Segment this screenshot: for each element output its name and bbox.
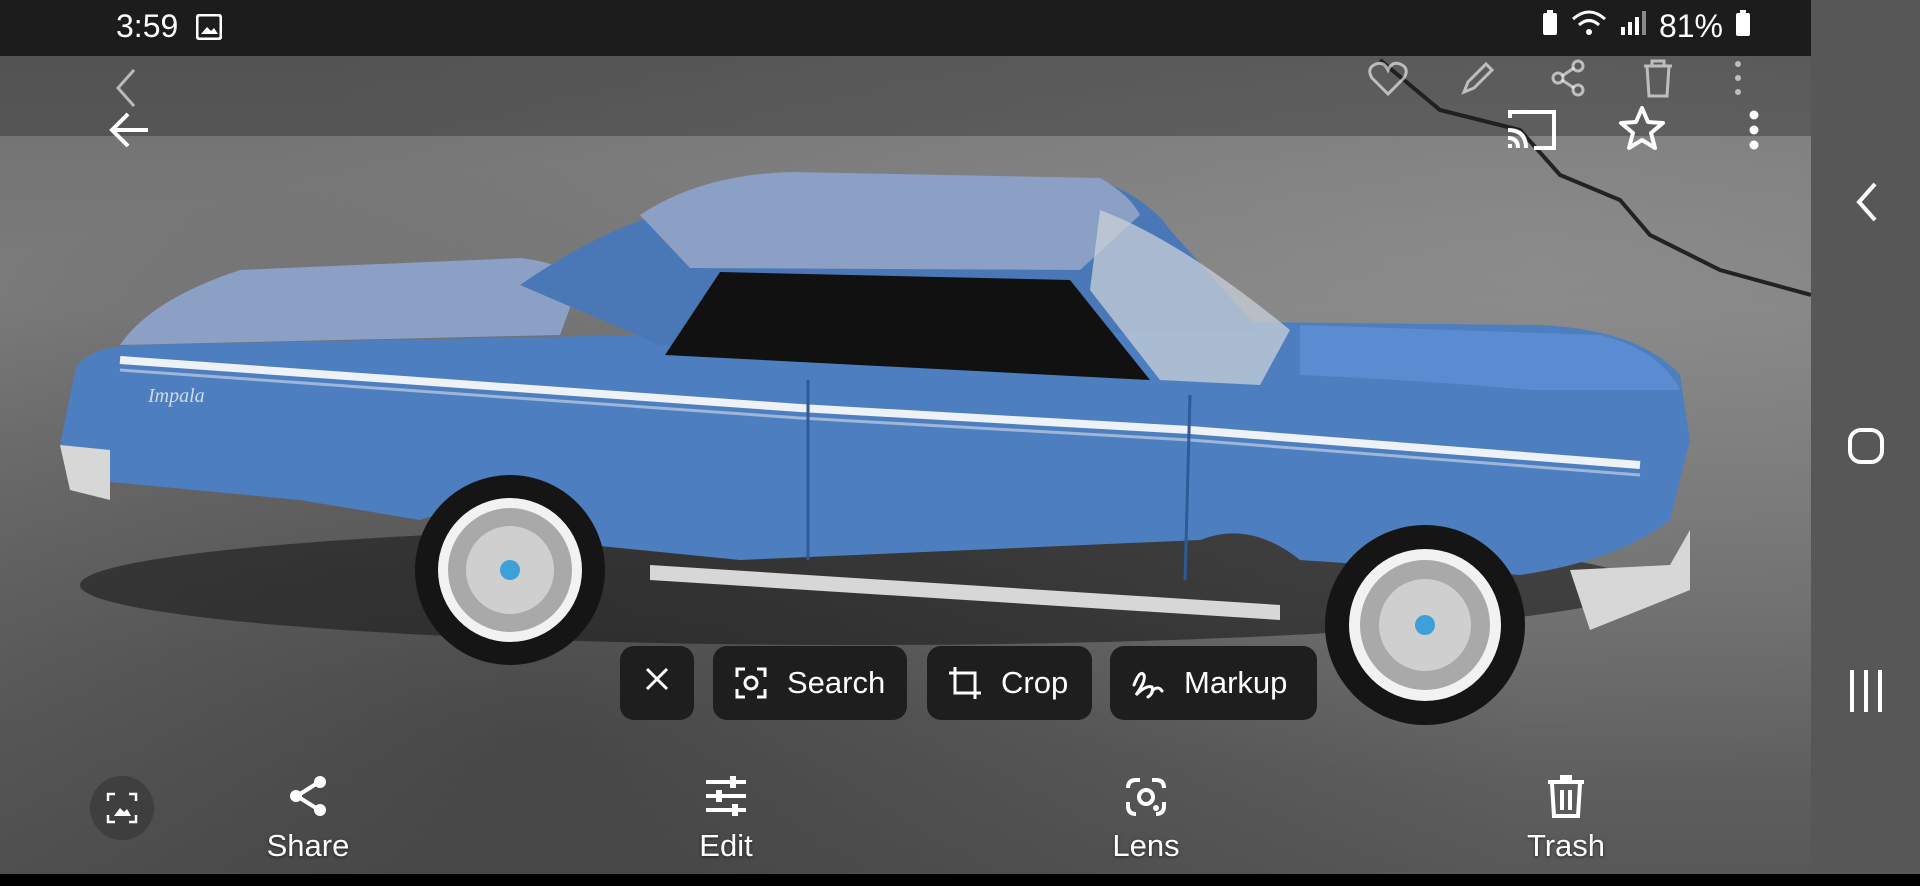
markup-chip-label: Markup: [1184, 665, 1288, 700]
crop-chip-label: Crop: [1001, 665, 1069, 700]
search-chip-label: Search: [787, 665, 886, 700]
lens-icon: [1066, 770, 1226, 822]
markup-icon: [1130, 665, 1166, 701]
share-icon: [1546, 56, 1590, 109]
pencil-icon: [1456, 56, 1500, 109]
lens-crop-chip[interactable]: Crop: [927, 646, 1092, 720]
wifi-icon: [1571, 8, 1607, 45]
battery-icon: [1735, 8, 1751, 45]
cast-icon[interactable]: [1504, 106, 1558, 157]
sliders-icon: [646, 770, 806, 822]
lens-close-chip[interactable]: [620, 646, 694, 720]
car-roof: [640, 172, 1140, 270]
trash-button[interactable]: Trash: [1486, 770, 1646, 864]
nav-back-icon[interactable]: [1811, 180, 1920, 224]
heart-icon: [1366, 56, 1410, 109]
nav-home-icon[interactable]: [1811, 426, 1920, 466]
status-bar: 3:59 81%: [0, 0, 1811, 56]
frame-bottom: [0, 874, 1920, 886]
trash-icon: [1486, 770, 1646, 822]
star-icon[interactable]: [1618, 104, 1666, 157]
close-icon: [643, 665, 671, 701]
car-trunk: [120, 258, 580, 345]
edit-button[interactable]: Edit: [646, 770, 806, 864]
more-vert-icon[interactable]: [1746, 108, 1762, 157]
lens-markup-chip[interactable]: Markup: [1110, 646, 1317, 720]
battery-saver-icon: [1541, 8, 1559, 45]
rear-wheel: [415, 475, 605, 665]
share-button[interactable]: Share: [228, 770, 388, 864]
trash-icon: [1636, 56, 1680, 109]
battery-percent: 81%: [1658, 8, 1723, 44]
crop-icon: [947, 665, 983, 701]
share-icon: [228, 770, 388, 822]
more-vert-icon: [1730, 56, 1746, 109]
car-emblem: Impala: [147, 385, 205, 407]
status-time: 3:59: [116, 8, 179, 44]
share-label: Share: [266, 828, 350, 863]
system-nav-bar: [1811, 0, 1920, 874]
back-arrow-icon[interactable]: [108, 108, 152, 157]
lens-button[interactable]: Lens: [1066, 770, 1226, 864]
front-wheel: [1325, 525, 1525, 725]
status-icons: 81%: [1541, 8, 1751, 45]
lens-search-icon: [733, 665, 769, 701]
image-icon: [195, 13, 223, 45]
trash-label: Trash: [1526, 828, 1606, 863]
signal-icon: [1619, 8, 1647, 45]
nav-recents-icon[interactable]: [1811, 668, 1920, 714]
lens-search-chip[interactable]: Search: [713, 646, 907, 720]
rear-bumper: [60, 445, 110, 500]
lens-label: Lens: [1112, 828, 1180, 863]
edit-label: Edit: [699, 828, 753, 863]
photo-frame-icon[interactable]: [90, 776, 154, 840]
